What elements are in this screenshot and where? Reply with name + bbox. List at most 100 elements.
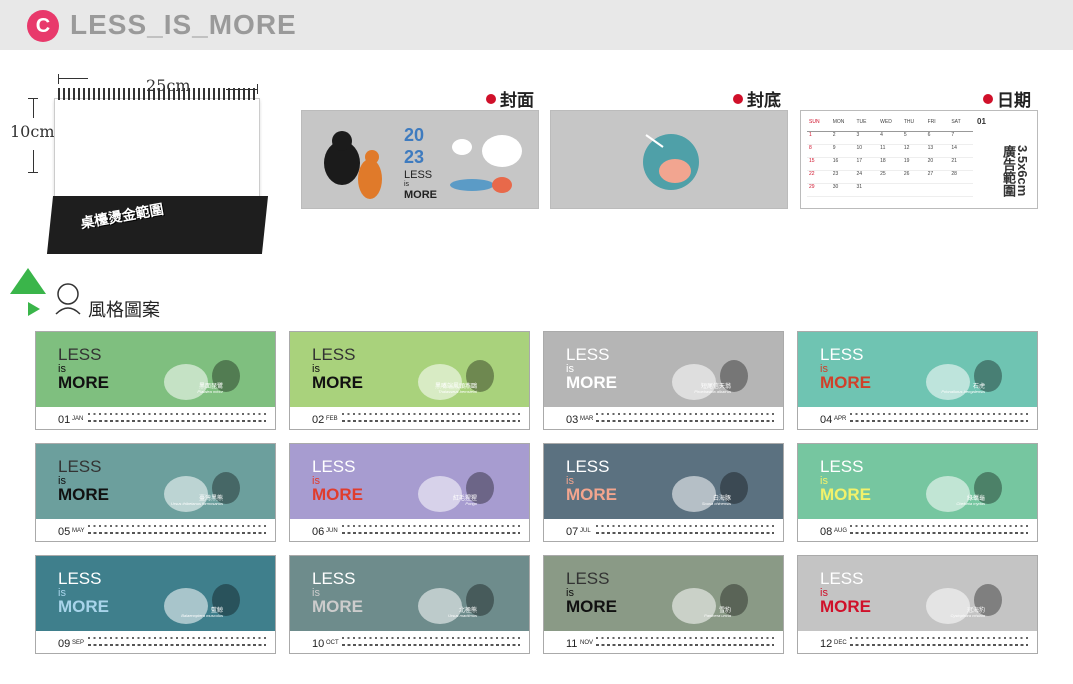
height-line-bottom xyxy=(33,150,34,172)
month-number: 07 xyxy=(566,526,579,538)
animal-illustration xyxy=(926,584,1002,624)
more-text: MORE xyxy=(312,597,363,616)
month-number: 02 xyxy=(312,414,325,426)
height-dimension-label: 10cm xyxy=(10,122,55,141)
month-card: LESS is MORE 短尾信天翁 Phoebastria albatrus 03 MAR xyxy=(543,331,784,430)
more-text: MORE xyxy=(820,485,871,504)
month-day-strip xyxy=(342,411,520,425)
month-day-strip xyxy=(596,635,774,649)
animal-illustration xyxy=(926,360,1002,400)
month-day-strip xyxy=(850,411,1028,425)
less-text: LESS xyxy=(58,457,102,476)
date-preview-label: 日期 xyxy=(983,86,1031,111)
month-number: 01 xyxy=(58,414,71,426)
cover-preview-label: 封面 xyxy=(486,86,534,111)
less-text: LESS xyxy=(58,569,102,588)
month-abbr: APR xyxy=(834,416,847,422)
animal-scientific-name: Phoebastria albatrus xyxy=(694,389,731,394)
animal-scientific-name: Panthera uncia xyxy=(704,613,731,618)
animal-scientific-name: Platalea minor xyxy=(197,389,223,394)
style-section-icon xyxy=(10,268,81,316)
month-card: LESS is MORE 紅毛猩猩 Pongo 06 JUN xyxy=(289,443,530,542)
month-abbr: FEB xyxy=(326,416,338,422)
month-day-strip xyxy=(342,635,520,649)
month-card: LESS is MORE 白海豚 Sousa chinensis 07 JUL xyxy=(543,443,784,542)
month-illustration: LESS is MORE 臺灣黑熊 Ursus thibetanus formosanu… xyxy=(36,444,275,519)
less-text: LESS xyxy=(312,457,356,476)
month-illustration: LESS is MORE 石虎 Prionailurus bengalensis xyxy=(798,332,1037,407)
height-line-top xyxy=(33,98,34,118)
month-illustration: LESS is MORE 紅毛猩猩 Pongo xyxy=(290,444,529,519)
ad-area-label: 3.5x6cm 廣告範圍 xyxy=(1001,145,1030,197)
date-month-number: 01 xyxy=(977,117,986,126)
month-number: 11 xyxy=(566,638,578,650)
cover-is: is xyxy=(404,181,410,188)
month-day-strip xyxy=(342,523,520,537)
less-text: LESS xyxy=(820,345,864,364)
month-footer: 02 FEB xyxy=(290,407,529,429)
section-badge: C xyxy=(27,10,59,42)
back-illustration xyxy=(643,134,699,190)
animal-scientific-name: Chelonia mydas xyxy=(956,501,985,506)
month-day-strip xyxy=(88,411,266,425)
month-footer: 07 JUL xyxy=(544,519,783,541)
less-text: LESS xyxy=(566,345,610,364)
month-abbr: SEP xyxy=(72,640,85,646)
month-day-strip xyxy=(596,411,774,425)
month-abbr: JAN xyxy=(72,416,84,422)
month-footer: 04 APR xyxy=(798,407,1037,429)
month-number: 08 xyxy=(820,526,833,538)
more-text: MORE xyxy=(312,373,363,392)
month-card: LESS is MORE 藍鯨 Balaenoptera musculus 09 SEP xyxy=(35,555,276,654)
cover-year-top: 20 xyxy=(404,125,425,145)
month-number: 12 xyxy=(820,638,833,650)
month-footer: 03 MAR xyxy=(544,407,783,429)
animal-illustration xyxy=(418,360,494,400)
date-grid: SUN MON TUE WED THU FRI SAT 1234567 8 9 10 11 12 13… xyxy=(807,119,973,199)
month-illustration: LESS is MORE 北極熊 Ursus maritimus xyxy=(290,556,529,631)
more-text: MORE xyxy=(58,373,109,392)
month-card: LESS is MORE 黑嘴端鳳頭燕鷗 Thalasseus bernsteini 02… xyxy=(289,331,530,430)
animal-illustration xyxy=(164,584,240,624)
month-card: LESS is MORE 黑面琵鷺 Platalea minor 01 JAN xyxy=(35,331,276,430)
width-line-left xyxy=(58,78,88,79)
animal-illustration xyxy=(164,472,240,512)
month-footer: 01 JAN xyxy=(36,407,275,429)
bullet-icon xyxy=(486,93,496,104)
less-text: LESS xyxy=(566,569,610,588)
more-text: MORE xyxy=(820,373,871,392)
cover-more: MORE xyxy=(404,189,437,201)
month-abbr: DEC xyxy=(834,640,847,646)
month-day-strip xyxy=(850,523,1028,537)
month-abbr: AUG xyxy=(834,528,848,534)
animal-illustration xyxy=(418,584,494,624)
month-card: LESS is MORE 綠蠵龜 Chelonia mydas 08 AUG xyxy=(797,443,1038,542)
animal-illustration xyxy=(164,360,240,400)
less-text: LESS xyxy=(820,569,864,588)
month-abbr: OCT xyxy=(326,640,339,646)
month-card: LESS is MORE 石虎 Prionailurus bengalensis 04 AP… xyxy=(797,331,1038,430)
month-footer: 08 AUG xyxy=(798,519,1037,541)
bullet-icon xyxy=(733,93,743,104)
month-card: LESS is MORE 北極熊 Ursus maritimus 10 OCT xyxy=(289,555,530,654)
date-preview: SUN MON TUE WED THU FRI SAT 1234567 8 9 10 11 12 13… xyxy=(800,110,1038,209)
less-text: LESS xyxy=(58,345,102,364)
month-footer: 05 MAY xyxy=(36,519,275,541)
animal-scientific-name: Thalasseus bernsteini xyxy=(438,389,477,394)
height-tick-bottom xyxy=(28,172,38,173)
month-illustration: LESS is MORE 白海豚 Sousa chinensis xyxy=(544,444,783,519)
cover-less: LESS xyxy=(404,169,433,181)
month-illustration: LESS is MORE 黑嘴端鳳頭燕鷗 Thalasseus bernsteini xyxy=(290,332,529,407)
month-number: 10 xyxy=(312,638,325,650)
more-text: MORE xyxy=(58,597,109,616)
less-text: LESS xyxy=(820,457,864,476)
month-illustration: LESS is MORE 短尾信天翁 Phoebastria albatrus xyxy=(544,332,783,407)
month-abbr: JUL xyxy=(580,528,591,534)
animal-scientific-name: Sousa chinensis xyxy=(701,501,731,506)
less-text: LESS xyxy=(312,345,356,364)
month-illustration: LESS is MORE 雪豹 Panthera uncia xyxy=(544,556,783,631)
more-text: MORE xyxy=(820,597,871,616)
animal-illustration xyxy=(672,360,748,400)
animal-scientific-name: Ursus thibetanus formosanus xyxy=(170,501,223,506)
animal-illustration xyxy=(672,472,748,512)
